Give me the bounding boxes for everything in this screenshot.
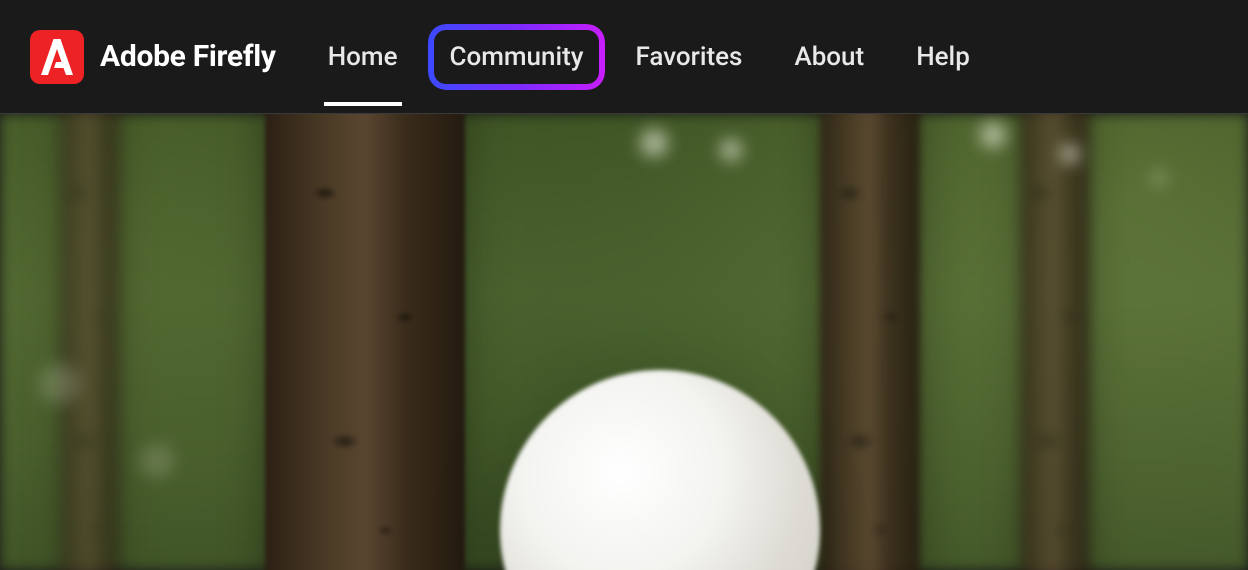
nav-community-label: Community: [450, 42, 584, 72]
top-nav-header: Adobe Firefly Home Community Favorites A…: [0, 0, 1248, 114]
nav-home[interactable]: Home: [324, 34, 402, 80]
nav-about[interactable]: About: [790, 34, 868, 80]
nav-home-label: Home: [328, 42, 398, 72]
nav-favorites-label: Favorites: [635, 42, 742, 72]
brand-title: Adobe Firefly: [100, 39, 276, 74]
hero-background: [0, 114, 1248, 570]
nav-help[interactable]: Help: [912, 34, 974, 80]
adobe-logo-icon: [30, 30, 84, 84]
nav-community[interactable]: Community: [446, 34, 588, 80]
brand-logo-wrap[interactable]: Adobe Firefly: [30, 30, 276, 84]
adobe-a-icon: [41, 39, 73, 75]
nav-about-label: About: [794, 42, 864, 72]
nav-help-label: Help: [916, 42, 970, 72]
nav-favorites[interactable]: Favorites: [631, 34, 746, 80]
hero-image-area: [0, 114, 1248, 570]
primary-nav: Home Community Favorites About Help: [324, 34, 974, 80]
